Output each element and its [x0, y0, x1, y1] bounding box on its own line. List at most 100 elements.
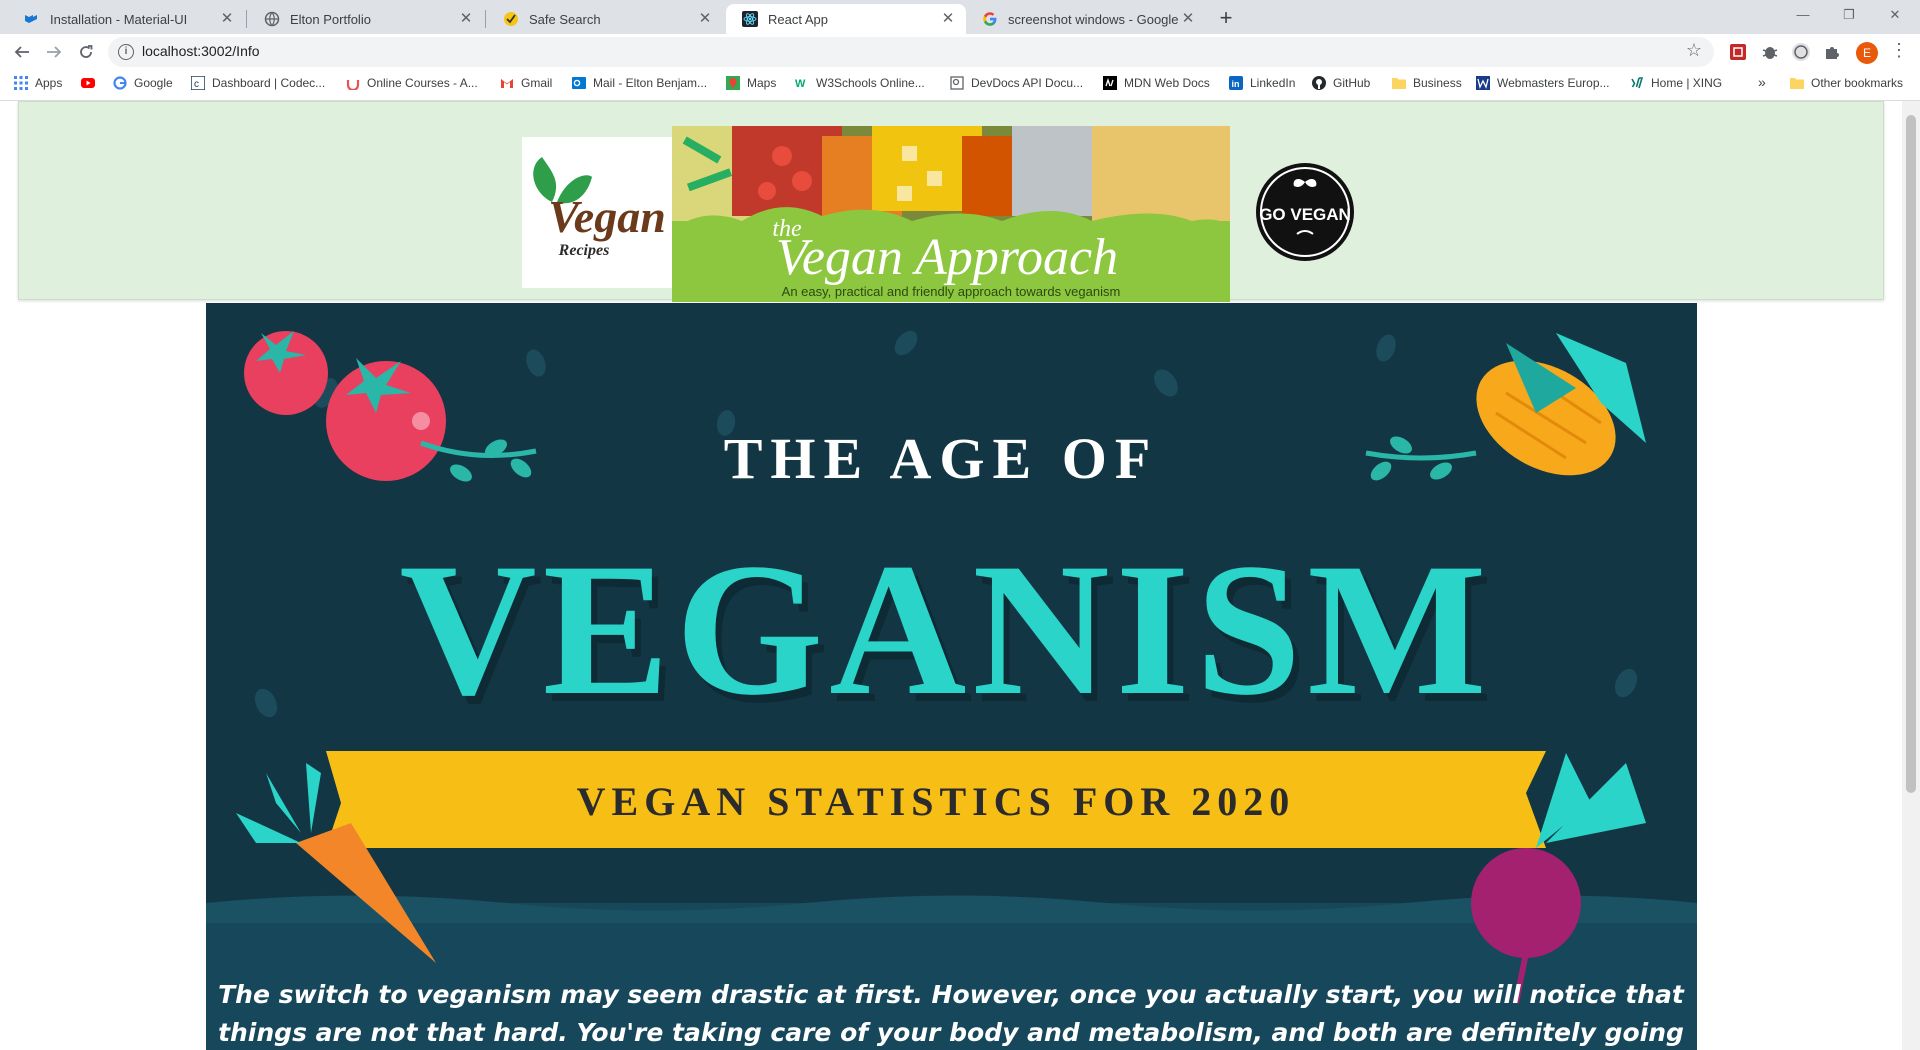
github-icon: [1312, 76, 1326, 90]
extension-bug-icon[interactable]: [1760, 42, 1780, 62]
bookmark-label: Business: [1413, 76, 1462, 90]
heading-veganism: VEGANISM: [399, 525, 1492, 735]
minimize-button[interactable]: —: [1780, 0, 1826, 30]
banner-art: the Vegan Approach An easy, practical an…: [672, 126, 1230, 302]
vegan-logo-word: Vegan: [548, 191, 666, 242]
close-icon[interactable]: ✕: [458, 11, 474, 27]
banner-title: Vegan Approach: [776, 229, 1118, 286]
bookmark-codecademy[interactable]: c Dashboard | Codec...: [191, 76, 325, 90]
tab-divider: [246, 10, 247, 28]
close-icon[interactable]: ✕: [1180, 11, 1196, 27]
material-ui-icon: [25, 15, 37, 23]
bookmark-xing[interactable]: Home | XING: [1630, 76, 1722, 90]
banner-tagline: An easy, practical and friendly approach…: [782, 284, 1121, 299]
more-options-icon[interactable]: ⋮: [1890, 40, 1908, 61]
bookmark-label: LinkedIn: [1250, 76, 1296, 90]
w3schools-icon: W: [795, 78, 806, 90]
puzzle-icon[interactable]: [1822, 42, 1842, 62]
url-text[interactable]: localhost:3002/Info: [142, 43, 260, 59]
svg-text:W: W: [795, 78, 806, 90]
tab-divider: [485, 10, 486, 28]
bookmark-apps[interactable]: Apps: [14, 76, 62, 90]
arrow-right-icon: [47, 46, 62, 58]
devdocs-icon: [950, 76, 964, 90]
check-badge-icon: [504, 12, 518, 26]
tab-strip: Installation - Material-UI ✕ Elton Portf…: [0, 0, 1920, 34]
leaf-icon: Vegan Recipes: [533, 157, 666, 259]
new-tab-button[interactable]: +: [1214, 6, 1238, 30]
extension-red-icon[interactable]: [1728, 42, 1748, 62]
go-vegan-text: GO VEGAN: [1259, 205, 1351, 224]
info-icon[interactable]: i: [118, 44, 134, 60]
gmail-icon: [501, 79, 513, 88]
google-icon: [983, 12, 997, 26]
restore-button[interactable]: ❐: [1826, 0, 1872, 30]
globe-icon: [264, 11, 280, 27]
tab-safe-search[interactable]: Safe Search ✕: [487, 4, 723, 34]
bookmark-udemy[interactable]: Online Courses - A...: [346, 76, 478, 90]
bookmark-google[interactable]: Google: [113, 76, 173, 90]
ribbon-text: VEGAN STATISTICS FOR 2020: [577, 779, 1296, 824]
webmasters-icon: [1476, 76, 1490, 90]
scrollbar-thumb[interactable]: [1906, 115, 1916, 793]
bookmark-gmail[interactable]: Gmail: [500, 76, 552, 90]
bookmark-linkedin[interactable]: in LinkedIn: [1229, 76, 1295, 90]
address-bar[interactable]: i localhost:3002/Info ☆: [108, 37, 1714, 67]
back-button[interactable]: [8, 38, 36, 66]
folder-icon: [1392, 78, 1406, 89]
bookmarks-overflow-button[interactable]: »: [1758, 74, 1766, 90]
tab-title: Safe Search: [529, 11, 601, 27]
recipes-logo-word: Recipes: [558, 242, 610, 259]
reload-icon: [80, 45, 93, 58]
go-vegan-logo[interactable]: GO VEGAN: [1242, 162, 1368, 262]
svg-text:c: c: [194, 79, 199, 90]
bookmark-w3schools[interactable]: W W3Schools Online...: [795, 76, 925, 90]
outlook-icon: [572, 77, 586, 89]
star-icon[interactable]: ☆: [1686, 40, 1702, 61]
folder-icon: [1790, 78, 1804, 89]
bookmark-youtube[interactable]: [81, 76, 102, 90]
maps-icon: [726, 76, 740, 90]
tab-react-app[interactable]: React App ✕: [726, 4, 966, 34]
bookmark-label: Mail - Elton Benjam...: [593, 76, 708, 90]
bookmarks-bar: Apps Google c Dashboard | Codec... Onlin…: [0, 70, 1920, 101]
forward-button[interactable]: [40, 38, 68, 66]
bookmark-label: Dashboard | Codec...: [212, 76, 326, 90]
body-line-1: The switch to veganism may seem drastic …: [218, 980, 1685, 1009]
bookmark-label: Gmail: [521, 76, 553, 90]
linkedin-icon: in: [1229, 76, 1243, 90]
bookmark-other[interactable]: Other bookmarks: [1790, 76, 1903, 90]
codecademy-icon: c: [191, 76, 205, 90]
bookmark-label: GitHub: [1333, 76, 1371, 90]
youtube-icon: [81, 78, 95, 88]
close-icon[interactable]: ✕: [219, 11, 235, 27]
extension-globe-icon[interactable]: [1791, 42, 1811, 62]
bookmark-github[interactable]: GitHub: [1312, 76, 1370, 90]
apps-grid-icon: [14, 76, 28, 90]
close-icon[interactable]: ✕: [940, 11, 956, 27]
bookmark-business[interactable]: Business: [1392, 76, 1462, 90]
bookmark-mdn[interactable]: MDN Web Docs: [1103, 76, 1210, 90]
tab-google-search[interactable]: screenshot windows - Google Se ✕: [966, 4, 1206, 34]
reload-button[interactable]: [72, 38, 100, 66]
bookmark-outlook[interactable]: Mail - Elton Benjam...: [572, 76, 707, 90]
react-icon: [742, 11, 758, 27]
bookmark-label: DevDocs API Docu...: [971, 76, 1084, 90]
avatar[interactable]: E: [1856, 42, 1878, 64]
tab-installation-material-ui[interactable]: Installation - Material-UI ✕: [8, 4, 245, 34]
bookmark-label: Webmasters Europ...: [1497, 76, 1610, 90]
vegan-recipes-logo[interactable]: Vegan Recipes: [522, 137, 672, 288]
vegan-approach-banner: the Vegan Approach An easy, practical an…: [672, 126, 1230, 302]
bookmark-label: W3Schools Online...: [816, 76, 925, 90]
bookmark-label: Maps: [747, 76, 777, 90]
tab-elton-portfolio[interactable]: Elton Portfolio ✕: [248, 4, 484, 34]
infographic-art: THE AGE OF VEGANISM VEGANISM VEGAN STATI…: [206, 303, 1697, 1050]
close-window-button[interactable]: ✕: [1872, 0, 1918, 30]
bookmark-devdocs[interactable]: DevDocs API Docu...: [950, 76, 1083, 90]
close-icon[interactable]: ✕: [697, 11, 713, 27]
bookmark-webmasters[interactable]: Webmasters Europ...: [1476, 76, 1610, 90]
page-scrollbar[interactable]: [1902, 101, 1920, 1050]
body-line-2: things are not that hard. You're taking …: [218, 1018, 1684, 1047]
bookmark-maps[interactable]: Maps: [726, 76, 776, 90]
tab-title: React App: [768, 11, 828, 27]
